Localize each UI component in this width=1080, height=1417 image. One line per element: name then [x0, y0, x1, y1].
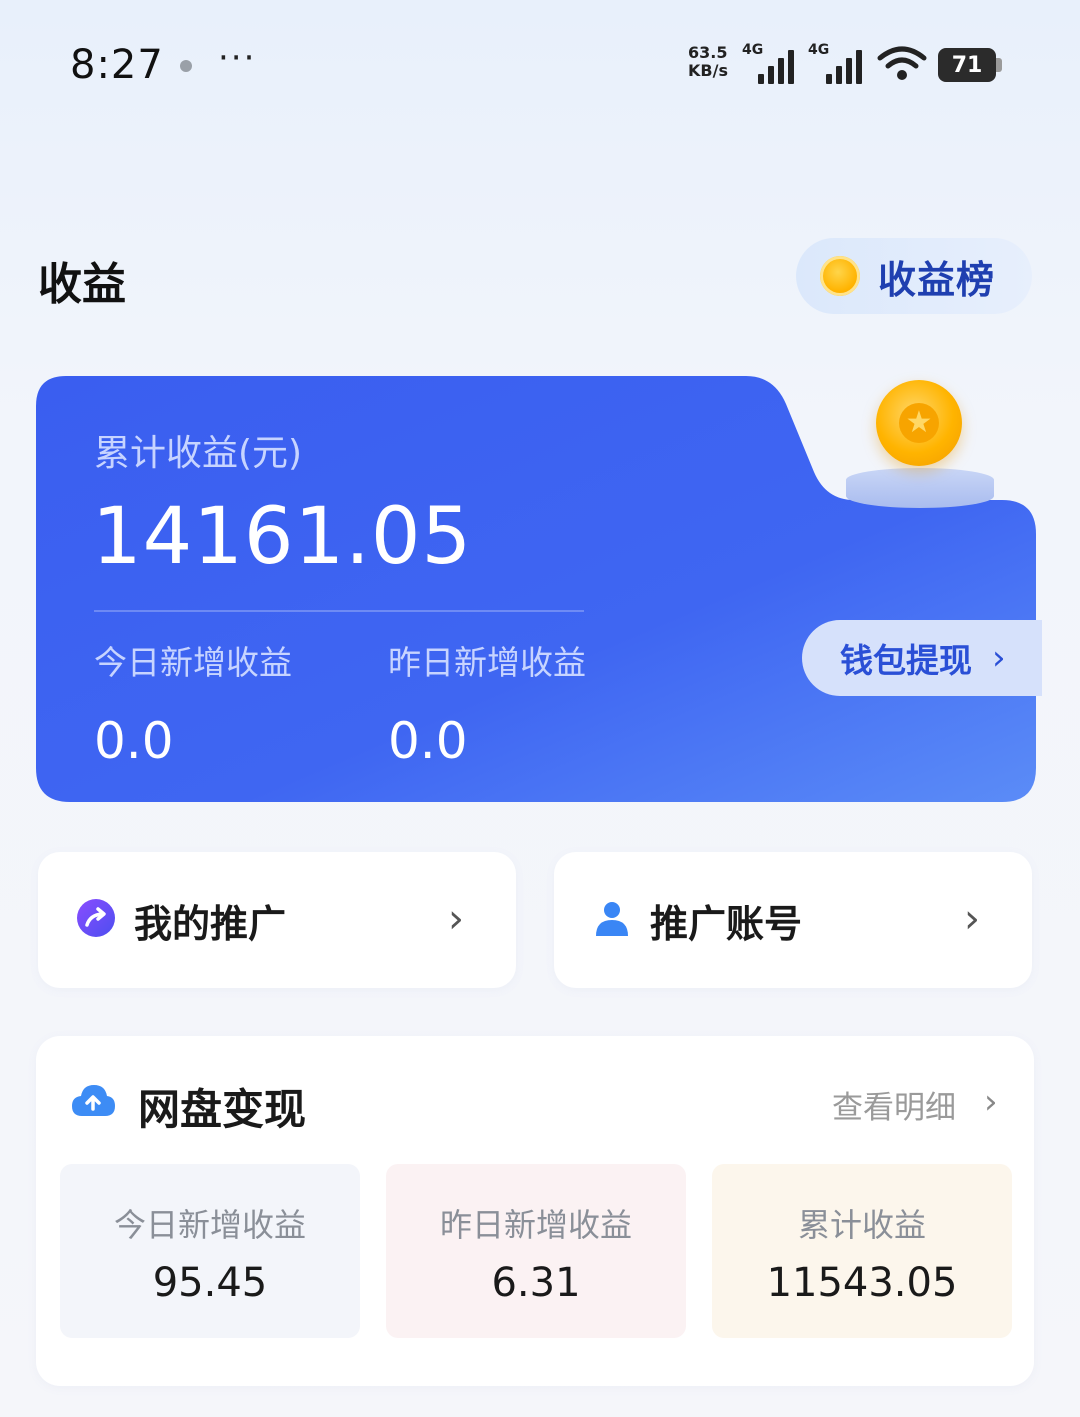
total-earnings-label: 累计收益(元)	[94, 433, 303, 474]
network-speed-unit: KB/s	[688, 61, 728, 80]
my-promotion-card[interactable]: 我的推广 ›	[38, 852, 516, 988]
my-promotion-label: 我的推广	[134, 901, 287, 946]
wallet-withdraw-label: 钱包提现	[840, 641, 972, 680]
netdisk-today-tile: 今日新增收益 95.45	[60, 1164, 360, 1338]
earnings-ranking-button[interactable]: 收益榜	[796, 238, 1032, 314]
netdisk-today-value: 95.45	[152, 1260, 268, 1306]
signal-1-icon: 4G	[742, 42, 798, 84]
promotion-account-label: 推广账号	[650, 901, 803, 946]
yesterday-earnings-value: 0.0	[388, 712, 468, 770]
network-speed-value: 63.5	[688, 43, 728, 62]
netdisk-today-label: 今日新增收益	[113, 1206, 306, 1244]
signal-2-icon: 4G	[808, 42, 868, 84]
earnings-ranking-label: 收益榜	[878, 257, 996, 302]
battery-icon: 71	[938, 48, 1002, 82]
wallet-withdraw-button[interactable]: 钱包提现 ›	[802, 620, 1042, 696]
chevron-right-icon: ›	[964, 896, 980, 942]
wifi-icon	[876, 46, 928, 86]
card-divider	[94, 610, 584, 612]
more-notifications-icon: ···	[218, 38, 257, 78]
view-details-link[interactable]: 查看明细	[832, 1082, 956, 1127]
cloud-upload-icon	[70, 1080, 116, 1124]
network-speed: 63.5 KB/s	[688, 44, 728, 80]
battery-level: 71	[938, 48, 996, 82]
chevron-right-icon: ›	[992, 638, 1006, 678]
netdisk-yesterday-tile: 昨日新增收益 6.31	[386, 1164, 686, 1338]
netdisk-total-tile: 累计收益 11543.05	[712, 1164, 1012, 1338]
yesterday-earnings-label: 昨日新增收益	[388, 643, 586, 682]
page-title: 收益	[38, 259, 126, 310]
netdisk-yesterday-value: 6.31	[491, 1260, 581, 1306]
coin-pedestal	[846, 468, 994, 508]
coin-icon	[820, 256, 860, 296]
today-earnings-value: 0.0	[94, 712, 174, 770]
share-arrow-icon	[76, 898, 116, 942]
promotion-account-card[interactable]: 推广账号 ›	[554, 852, 1032, 988]
star-coin-icon: ★	[876, 380, 962, 466]
notification-dot-icon	[180, 60, 192, 72]
netdisk-yesterday-label: 昨日新增收益	[439, 1206, 632, 1244]
today-earnings-label: 今日新增收益	[94, 643, 292, 682]
chevron-right-icon: ›	[448, 896, 464, 942]
netdisk-total-value: 11543.05	[766, 1260, 958, 1306]
netdisk-title: 网盘变现	[138, 1085, 307, 1134]
status-time: 8:27	[70, 42, 164, 88]
chevron-right-icon[interactable]: ›	[984, 1082, 998, 1122]
total-earnings-value: 14161.05	[92, 492, 473, 582]
netdisk-total-label: 累计收益	[797, 1206, 926, 1244]
person-icon	[592, 898, 632, 942]
